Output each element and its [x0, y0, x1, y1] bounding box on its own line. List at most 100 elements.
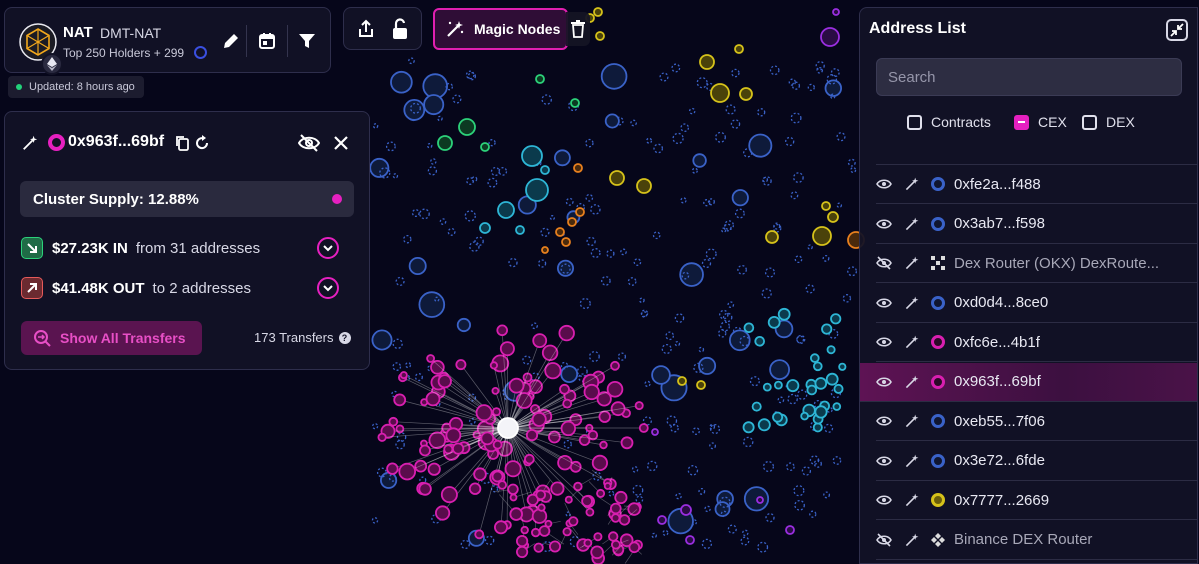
cyan-node[interactable] — [812, 361, 823, 372]
holder-node[interactable] — [439, 218, 447, 225]
address-row[interactable]: 0x7777...2669 — [876, 481, 1197, 520]
holder-node[interactable] — [563, 439, 572, 449]
cluster-node[interactable] — [491, 470, 504, 483]
yellow-node[interactable] — [812, 226, 832, 246]
green-node[interactable] — [570, 98, 580, 108]
cyan-node[interactable] — [806, 384, 818, 396]
holder-node[interactable] — [590, 204, 601, 215]
yellow-node[interactable] — [710, 83, 730, 103]
holder-node[interactable] — [537, 259, 547, 268]
holder-node[interactable] — [541, 94, 552, 105]
cluster-node[interactable] — [638, 423, 649, 433]
holder-node[interactable] — [405, 362, 412, 369]
holder-node[interactable] — [484, 535, 495, 546]
holder-node[interactable] — [749, 376, 760, 387]
eye-off-icon[interactable] — [297, 131, 321, 155]
holder-node[interactable] — [737, 264, 747, 275]
cyan-node[interactable] — [833, 383, 844, 394]
filter-contracts[interactable]: Contracts — [907, 114, 991, 130]
holder-node[interactable] — [372, 123, 379, 129]
holder-node[interactable] — [418, 291, 446, 318]
holder-node[interactable] — [679, 262, 704, 287]
holder-node[interactable] — [757, 541, 769, 553]
cyan-node[interactable] — [751, 401, 762, 412]
cluster-node[interactable] — [515, 534, 529, 548]
holder-node[interactable] — [469, 241, 480, 252]
holder-node[interactable] — [423, 94, 445, 116]
holder-node[interactable] — [730, 119, 741, 129]
holder-node[interactable] — [701, 258, 712, 269]
holder-node[interactable] — [793, 172, 804, 183]
close-icon[interactable] — [329, 131, 353, 155]
holder-node[interactable] — [369, 157, 390, 178]
eye-icon[interactable] — [876, 494, 894, 506]
eye-icon[interactable] — [876, 178, 894, 190]
share-icon[interactable] — [355, 18, 377, 40]
holder-node[interactable] — [601, 276, 611, 286]
holder-node[interactable] — [651, 365, 671, 385]
cluster-node[interactable] — [614, 490, 628, 505]
holder-node[interactable] — [823, 491, 831, 499]
cluster-node[interactable] — [544, 362, 562, 380]
eye-icon[interactable] — [876, 455, 894, 467]
holder-node[interactable] — [805, 284, 815, 294]
purple-node[interactable] — [756, 496, 764, 504]
cyan-node[interactable] — [515, 225, 525, 235]
magic-wand-icon[interactable] — [904, 255, 922, 271]
holder-node[interactable] — [411, 209, 420, 217]
holder-node[interactable] — [549, 215, 556, 221]
eye-icon[interactable] — [876, 336, 894, 348]
cluster-node[interactable] — [564, 495, 573, 504]
cluster-node[interactable] — [443, 444, 454, 455]
cyan-node[interactable] — [821, 323, 833, 335]
holder-node[interactable] — [721, 227, 727, 233]
address-row[interactable]: 0x3e72...6fde — [876, 442, 1197, 481]
orange-node[interactable] — [541, 246, 549, 254]
cluster-node[interactable] — [591, 454, 609, 471]
magic-wand-icon[interactable] — [904, 374, 922, 390]
holder-node[interactable] — [576, 366, 588, 377]
holder-node[interactable] — [557, 259, 575, 277]
holder-node[interactable] — [585, 193, 594, 202]
cluster-node[interactable] — [549, 540, 562, 553]
address-row[interactable]: Binance DEX Router — [876, 521, 1197, 560]
cluster-node[interactable] — [509, 493, 518, 502]
holder-node[interactable] — [630, 119, 637, 127]
holder-node[interactable] — [419, 208, 430, 220]
cluster-node[interactable] — [445, 427, 462, 444]
holder-node[interactable] — [392, 362, 402, 371]
holder-node[interactable] — [403, 234, 412, 244]
cluster-node[interactable] — [520, 525, 529, 535]
holder-node[interactable] — [490, 166, 500, 177]
address-search-input[interactable] — [876, 58, 1182, 96]
cyan-node[interactable] — [830, 313, 842, 325]
holder-node[interactable] — [705, 248, 717, 260]
holder-node[interactable] — [728, 329, 751, 352]
holder-node[interactable] — [604, 113, 620, 129]
cluster-node[interactable] — [581, 495, 593, 508]
holder-node[interactable] — [769, 65, 780, 76]
cluster-node[interactable] — [562, 398, 573, 409]
cyan-node[interactable] — [777, 307, 791, 321]
cluster-node[interactable] — [427, 462, 441, 476]
yellow-node[interactable] — [609, 170, 625, 186]
yellow-node[interactable] — [821, 201, 831, 211]
cluster-node[interactable] — [533, 542, 544, 553]
holder-node[interactable] — [651, 532, 657, 539]
address-row[interactable]: 0x963f...69bf — [860, 362, 1197, 402]
cyan-node[interactable] — [838, 362, 847, 371]
cluster-node[interactable] — [583, 383, 600, 401]
holder-node[interactable] — [646, 460, 658, 472]
address-row[interactable]: Dex Router (OKX) DexRoute... — [876, 244, 1197, 283]
purple-node[interactable] — [832, 8, 840, 16]
cluster-node[interactable] — [524, 453, 535, 465]
holder-node[interactable] — [672, 132, 684, 145]
holder-node[interactable] — [661, 343, 672, 355]
cluster-node[interactable] — [627, 502, 641, 516]
holder-node[interactable] — [474, 236, 484, 247]
cluster-node[interactable] — [610, 360, 620, 371]
cluster-node[interactable] — [426, 354, 436, 363]
collapse-panel-icon[interactable] — [1166, 19, 1188, 41]
holder-node[interactable] — [565, 197, 574, 206]
cluster-node[interactable] — [599, 440, 608, 450]
